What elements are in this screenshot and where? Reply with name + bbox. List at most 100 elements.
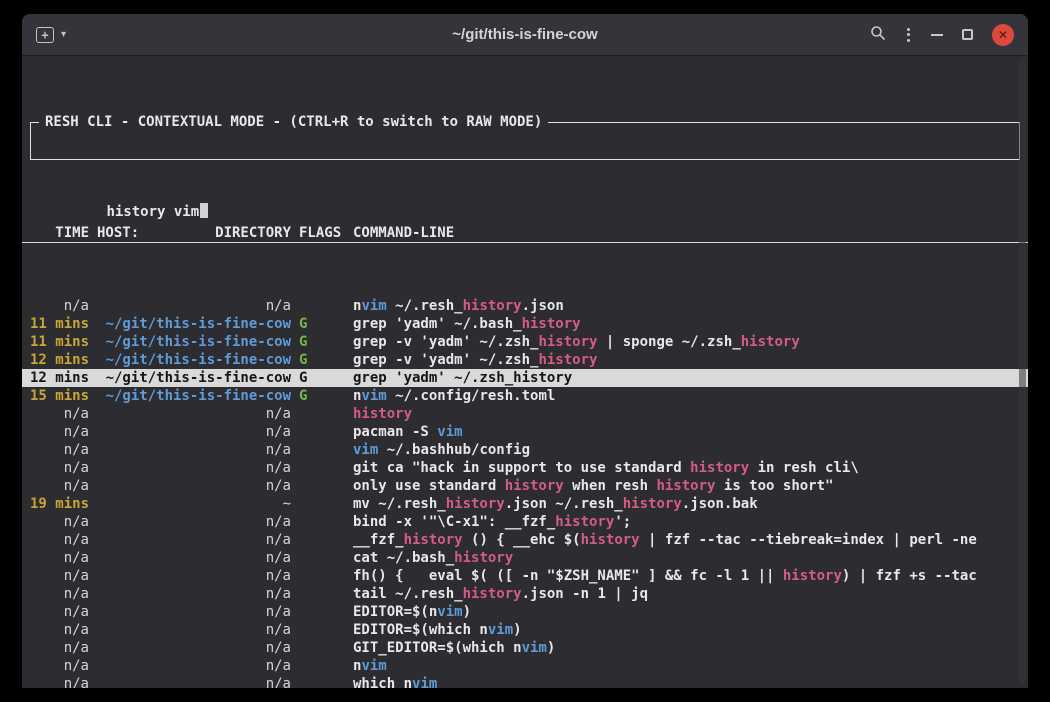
row-time: n/a (30, 531, 89, 549)
search-button[interactable] (870, 25, 886, 44)
row-command: __fzf_history () { __ehc $(history | fzf… (353, 531, 1020, 549)
match-history: history (555, 514, 614, 530)
command-text: () { __ehc $( (463, 532, 581, 548)
text-cursor-block (200, 203, 208, 218)
history-row[interactable]: 11 mins~/git/this-is-fine-cowGgrep -v 'y… (22, 333, 1028, 351)
command-text: in resh cli\ (749, 460, 859, 476)
command-text: is too short" (715, 478, 833, 494)
kebab-menu-icon (905, 26, 912, 44)
row-command: bind -x '"\C-x1": __fzf_history'; (353, 513, 1020, 531)
history-row[interactable]: n/an/aonly use standard history when res… (22, 477, 1028, 495)
history-row[interactable]: n/an/aEDITOR=$(nvim) (22, 603, 1028, 621)
restore-button[interactable] (962, 29, 973, 40)
command-text: grep 'yadm' ~/.zsh_ (353, 370, 513, 386)
row-time: n/a (30, 423, 89, 441)
row-flags (299, 603, 345, 621)
history-row[interactable]: n/an/ahistory (22, 405, 1028, 423)
history-row[interactable]: n/an/anvim (22, 657, 1028, 675)
row-command: nvim ~/.resh_history.json (353, 297, 1020, 315)
row-flags (299, 549, 345, 567)
row-time: 11 mins (30, 333, 89, 351)
history-row[interactable]: n/an/aGIT_EDITOR=$(which nvim) (22, 639, 1028, 657)
history-row[interactable]: 11 mins~/git/this-is-fine-cowGgrep 'yadm… (22, 315, 1028, 333)
search-input[interactable]: history vim (39, 185, 1011, 239)
row-flags (299, 567, 345, 585)
history-row[interactable]: 12 mins~/git/this-is-fine-cowGgrep 'yadm… (22, 369, 1028, 387)
history-row[interactable]: 15 mins~/git/this-is-fine-cowGnvim ~/.co… (22, 387, 1028, 405)
minimize-button[interactable] (931, 34, 943, 36)
row-command: cat ~/.bash_history (353, 549, 1020, 567)
match-history: history (353, 406, 412, 422)
command-text: ~/.resh_ (387, 298, 463, 314)
row-directory: n/a (97, 531, 291, 549)
row-time: n/a (30, 621, 89, 639)
row-directory: n/a (97, 549, 291, 567)
close-icon: ✕ (998, 29, 1008, 41)
command-text: .json -n 1 | jq (522, 586, 648, 602)
command-text: .json (522, 298, 564, 314)
search-panel-title: RESH CLI - CONTEXTUAL MODE - (CTRL+R to … (39, 113, 548, 131)
row-command: vim ~/.bashhub/config (353, 441, 1020, 459)
new-tab-icon: + (36, 27, 54, 43)
history-row[interactable]: n/an/abind -x '"\C-x1": __fzf_history'; (22, 513, 1028, 531)
match-vim: vim (361, 388, 386, 404)
row-directory: n/a (97, 297, 291, 315)
row-command: fh() { eval $( ([ -n "$ZSH_NAME" ] && fc… (353, 567, 1020, 585)
search-icon (870, 25, 886, 44)
new-tab-button[interactable]: + (36, 27, 54, 43)
history-row[interactable]: 12 mins~/git/this-is-fine-cowGgrep -v 'y… (22, 351, 1028, 369)
history-row[interactable]: n/an/awhich nvim (22, 675, 1028, 688)
history-row[interactable]: n/a n/a nvim ~/.resh_history.json (22, 297, 1028, 315)
command-text: EDITOR=$(n (353, 604, 437, 620)
row-flags (299, 531, 345, 549)
row-command: GIT_EDITOR=$(which nvim) (353, 639, 1020, 657)
match-history: history (505, 478, 564, 494)
match-history: history (538, 334, 597, 350)
titlebar-right-group: ✕ (870, 24, 1014, 46)
command-text: GIT_EDITOR=$(which n (353, 640, 522, 656)
row-time: 11 mins (30, 315, 89, 333)
row-command: grep 'yadm' ~/.zsh_history (353, 369, 1020, 387)
close-button[interactable]: ✕ (992, 24, 1014, 46)
row-flags (299, 585, 345, 603)
history-row[interactable]: n/an/afh() { eval $( ([ -n "$ZSH_NAME" ]… (22, 567, 1028, 585)
row-command: nvim (353, 657, 1020, 675)
row-command: grep -v 'yadm' ~/.zsh_history | sponge ~… (353, 333, 1020, 351)
row-flags: G (299, 387, 345, 405)
match-history: history (581, 532, 640, 548)
match-history: history (538, 352, 597, 368)
row-flags (299, 441, 345, 459)
command-text: mv ~/.resh_ (353, 496, 446, 512)
history-row[interactable]: n/an/atail ~/.resh_history.json -n 1 | j… (22, 585, 1028, 603)
command-text: ) (463, 604, 471, 620)
row-directory: ~/git/this-is-fine-cow (97, 369, 291, 387)
history-row[interactable]: n/an/apacman -S vim (22, 423, 1028, 441)
row-directory: ~/git/this-is-fine-cow (97, 333, 291, 351)
command-text: grep -v 'yadm' ~/.zsh_ (353, 352, 538, 368)
command-text: grep -v 'yadm' ~/.zsh_ (353, 334, 538, 350)
scrollbar[interactable] (1019, 58, 1026, 684)
history-row[interactable]: n/an/acat ~/.bash_history (22, 549, 1028, 567)
row-flags: G (299, 369, 345, 387)
history-row[interactable]: 19 mins~mv ~/.resh_history.json ~/.resh_… (22, 495, 1028, 513)
command-text: which n (353, 676, 412, 688)
chevron-down-icon: ▾ (61, 29, 66, 40)
command-text: EDITOR=$(which n (353, 622, 488, 638)
row-time: n/a (30, 459, 89, 477)
command-text: ~/.bashhub/config (378, 442, 530, 458)
history-row[interactable]: n/an/aEDITOR=$(which nvim) (22, 621, 1028, 639)
match-vim: vim (361, 658, 386, 674)
row-directory: ~/git/this-is-fine-cow (97, 315, 291, 333)
row-command: grep -v 'yadm' ~/.zsh_history (353, 351, 1020, 369)
row-directory: n/a (97, 603, 291, 621)
command-text: bind -x '"\C-x1": __fzf_ (353, 514, 555, 530)
history-row[interactable]: n/an/agit ca "hack in support to use sta… (22, 459, 1028, 477)
menu-button[interactable] (905, 26, 912, 44)
match-vim: vim (353, 442, 378, 458)
match-history: history (463, 586, 522, 602)
history-row[interactable]: n/an/avim ~/.bashhub/config (22, 441, 1028, 459)
history-row[interactable]: n/a n/a __fzf_history () { __ehc $(history… (22, 531, 1028, 549)
row-flags: G (299, 315, 345, 333)
tab-list-dropdown-button[interactable]: ▾ (61, 29, 66, 40)
row-time: n/a (30, 297, 89, 315)
